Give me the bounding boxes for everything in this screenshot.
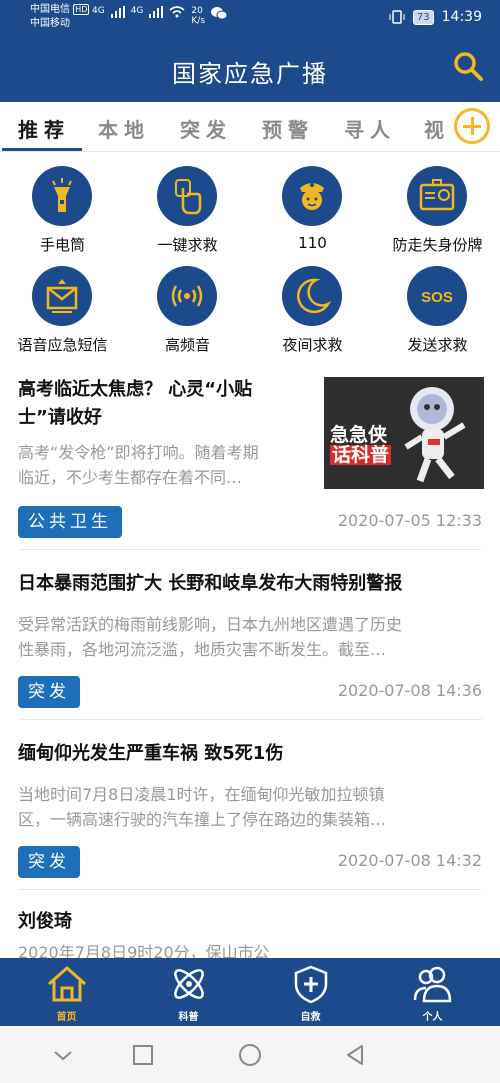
feature-label: 语音应急短信 — [17, 336, 108, 354]
news-tag[interactable]: 突发 — [18, 846, 80, 878]
vibrate-icon — [389, 10, 405, 24]
tab-warning[interactable]: 预警 — [262, 114, 314, 143]
news-item[interactable]: 高考临近太焦虑？ 心灵“小贴 士”请收好 高考“发令枪”即将打响。随着考期 临近… — [0, 360, 500, 550]
feature-send-sos[interactable]: SOS 发送求救 — [375, 252, 500, 354]
home-icon — [48, 966, 86, 1002]
feature-night-sos[interactable]: 夜间求救 — [250, 252, 375, 354]
back-triangle-icon[interactable] — [342, 1042, 368, 1068]
feature-grid: 手电筒 一键求救 110 防走失身份牌 语音应急短信 高频音 夜间求救 SOS … — [0, 152, 500, 360]
system-navigation-bar — [0, 1026, 500, 1083]
feature-high-frequency[interactable]: 高频音 — [125, 252, 250, 354]
feature-110[interactable]: 110 — [250, 152, 375, 252]
signal-icon — [110, 6, 125, 18]
news-item[interactable]: 刘俊琦 2020年7月8日9时20分，保山市公 — [0, 890, 500, 958]
carrier-2: 中国移动 — [30, 18, 70, 29]
sos-icon: SOS — [421, 289, 453, 306]
news-thumbnail: 急急侠 话科普 — [324, 377, 484, 489]
feature-label: 发送求救 — [407, 336, 468, 354]
users-icon — [413, 966, 452, 1003]
hd-badge: HD — [73, 4, 90, 15]
search-icon — [454, 52, 483, 81]
tap-hand-icon — [175, 179, 202, 215]
news-title: 日本暴雨范围扩大 长野和岐阜发布大雨特别警报 — [18, 573, 403, 594]
nav-science[interactable]: 科普 — [126, 958, 251, 1026]
svg-text:SOS: SOS — [421, 289, 453, 306]
recents-square-icon[interactable] — [130, 1042, 156, 1068]
news-item[interactable]: 缅甸仰光发生严重车祸 致5死1伤 当地时间7月8日凌晨1时许，在缅甸仰光敏加拉顿… — [0, 720, 500, 890]
news-tag[interactable]: 公共卫生 — [18, 506, 122, 538]
feature-label: 夜间求救 — [282, 336, 343, 354]
wechat-icon — [211, 7, 228, 20]
news-summary: 受异常活跃的梅雨前线影响，日本九州地区遭遇了历史 性暴雨，各地河流泛滥，地质灾害… — [18, 615, 403, 659]
category-tabs: 推荐 本地 突发 预警 寻人 视 — [0, 102, 500, 152]
moon-icon — [296, 278, 332, 314]
network-2: 4G — [130, 6, 144, 16]
news-tag[interactable]: 突发 — [18, 676, 80, 708]
chevron-down-icon[interactable] — [50, 1042, 76, 1068]
high-frequency-sound-icon — [171, 285, 203, 307]
nav-label: 首页 — [56, 1012, 77, 1023]
flashlight-icon — [52, 178, 72, 212]
nav-home[interactable]: 首页 — [4, 958, 129, 1026]
nav-label: 自救 — [300, 1012, 321, 1023]
nav-self-rescue[interactable]: 自救 — [248, 958, 373, 1026]
feature-label: 110 — [298, 234, 327, 252]
net-speed: 20 K/s — [191, 6, 206, 26]
tab-local[interactable]: 本地 — [98, 114, 150, 143]
feature-one-key-sos[interactable]: 一键求救 — [125, 152, 250, 254]
page-title: 国家应急广播 — [172, 60, 328, 88]
home-circle-icon[interactable] — [237, 1042, 263, 1068]
carrier-info: 中国电信 HD 中国移动 — [30, 3, 90, 31]
feature-flashlight[interactable]: 手电筒 — [0, 152, 125, 254]
network-1: 4G — [92, 6, 105, 16]
nav-personal[interactable]: 个人 — [370, 958, 495, 1026]
network-indicators: 4G 4G 20 K/s — [92, 6, 228, 26]
news-summary: 当地时间7月8日凌晨1时许，在缅甸仰光敏加拉顿镇 区，一辆高速行驶的汽车撞上了停… — [18, 785, 387, 829]
tab-breaking[interactable]: 突发 — [180, 114, 232, 143]
feature-voice-sms[interactable]: 语音应急短信 — [0, 252, 125, 354]
wifi-icon — [169, 6, 185, 18]
carrier-1: 中国电信 — [30, 4, 70, 15]
status-right: 73 14:39 — [389, 9, 482, 25]
add-tab-button[interactable] — [454, 108, 490, 144]
news-title: 缅甸仰光发生严重车祸 致5死1伤 — [18, 743, 284, 764]
shield-plus-icon — [294, 965, 328, 1004]
tab-video[interactable]: 视 — [424, 114, 450, 143]
tab-missing-person[interactable]: 寻人 — [344, 114, 396, 143]
tab-recommend[interactable]: 推荐 — [18, 114, 70, 143]
nav-label: 个人 — [422, 1012, 443, 1023]
news-title: 刘俊琦 — [18, 911, 72, 932]
news-summary: 2020年7月8日9时20分，保山市公 — [18, 943, 270, 958]
voice-sms-icon — [46, 279, 78, 313]
active-tab-indicator — [2, 148, 82, 151]
id-card-icon — [419, 179, 455, 211]
app-header: 国家应急广播 — [0, 34, 500, 102]
police-icon — [300, 183, 324, 210]
feature-label: 高频音 — [164, 336, 210, 354]
signal-icon — [149, 6, 164, 18]
nav-label: 科普 — [178, 1012, 199, 1023]
feature-anti-lost-id[interactable]: 防走失身份牌 — [375, 152, 500, 254]
news-date: 2020-07-08 14:32 — [337, 851, 482, 870]
atom-icon — [174, 969, 204, 999]
news-date: 2020-07-08 14:36 — [337, 681, 482, 700]
news-date: 2020-07-05 12:33 — [337, 511, 482, 530]
thumbnail-caption: 急急侠 话科普 — [330, 424, 392, 466]
news-title: 高考临近太焦虑？ 心灵“小贴 士”请收好 — [18, 379, 253, 428]
clock: 14:39 — [441, 9, 482, 25]
news-summary: 高考“发令枪”即将打响。随着考期 临近，不少考生都存在着不同… — [18, 443, 259, 487]
search-button[interactable] — [450, 48, 486, 84]
status-bar: 中国电信 HD 中国移动 4G 4G 20 K/s 73 14:39 — [0, 0, 500, 34]
bottom-navigation: 首页 科普 自救 个人 — [0, 958, 500, 1026]
news-item[interactable]: 日本暴雨范围扩大 长野和岐阜发布大雨特别警报 受异常活跃的梅雨前线影响，日本九州… — [0, 550, 500, 720]
battery-indicator: 73 — [412, 9, 434, 25]
